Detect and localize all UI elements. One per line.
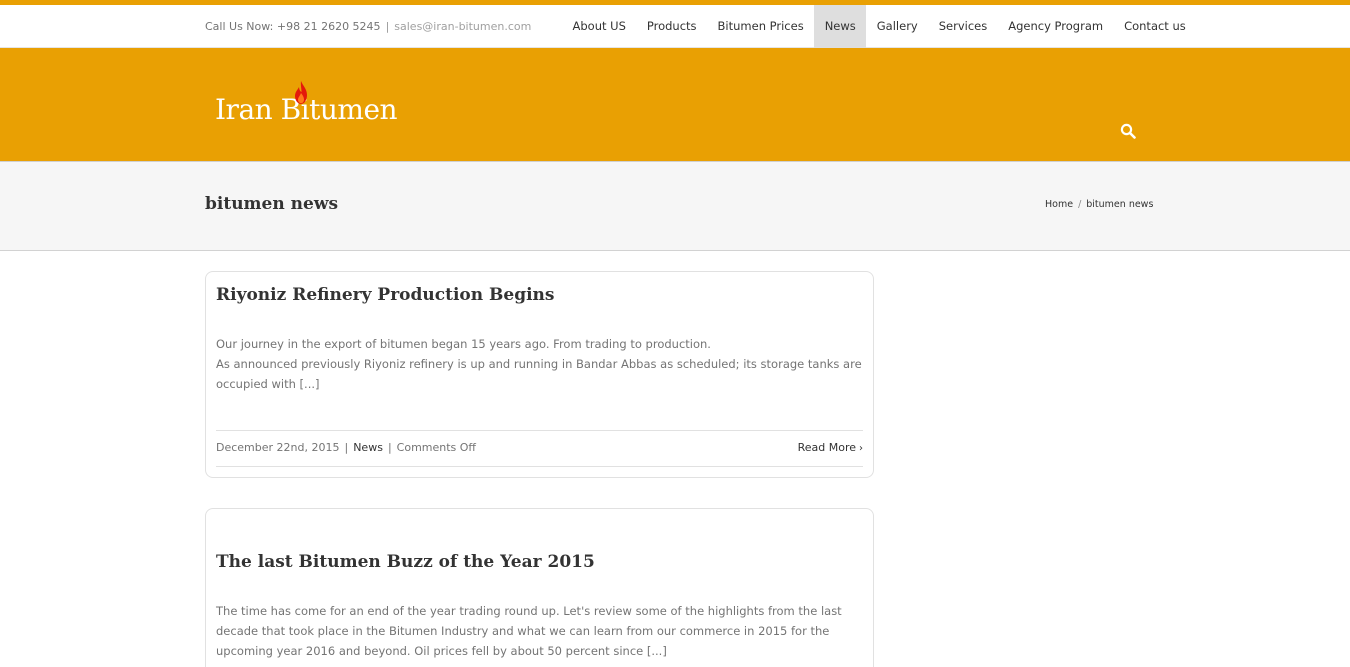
post-title[interactable]: The last Bitumen Buzz of the Year 2015 — [216, 552, 595, 572]
post-category-link[interactable]: News — [353, 441, 383, 454]
nav-item-products[interactable]: Products — [636, 5, 707, 48]
nav-item-gallery[interactable]: Gallery — [866, 5, 928, 48]
post-card: The last Bitumen Buzz of the Year 2015 T… — [205, 508, 874, 667]
meta-separator: | — [344, 441, 349, 454]
breadcrumb-home-link[interactable]: Home — [1045, 199, 1073, 210]
post-excerpt: Our journey in the export of bitumen beg… — [216, 334, 866, 394]
nav-item-contact-us[interactable]: Contact us — [1114, 5, 1197, 48]
contact-info: Call Us Now: +98 21 2620 5245 | sales@iran… — [205, 5, 531, 48]
page-title-bar: bitumen news Home / bitumen news — [0, 162, 1350, 251]
nav-item-agency-program[interactable]: Agency Program — [998, 5, 1114, 48]
nav-item-services[interactable]: Services — [928, 5, 998, 48]
email-link[interactable]: sales@iran-bitumen.com — [394, 20, 531, 33]
post-excerpt-line: As announced previously Riyoniz refinery… — [216, 357, 862, 391]
post-comments: Comments Off — [396, 441, 477, 454]
page-title: bitumen news — [205, 194, 339, 214]
nav-item-about-us[interactable]: About US — [562, 5, 636, 48]
top-bar: Call Us Now: +98 21 2620 5245 | sales@iran… — [0, 5, 1350, 48]
contact-separator: | — [385, 20, 390, 33]
nav-item-bitumen-prices[interactable]: Bitumen Prices — [707, 5, 814, 48]
chevron-right-icon: › — [859, 443, 863, 454]
read-more-link[interactable]: Read More › — [798, 431, 863, 466]
main-nav: About US Products Bitumen Prices News Ga… — [562, 5, 1196, 48]
post-title[interactable]: Riyoniz Refinery Production Begins — [216, 285, 555, 305]
meta-separator: | — [387, 441, 392, 454]
read-more-label: Read More — [797, 441, 856, 454]
breadcrumb-separator: / — [1078, 199, 1082, 210]
search-icon[interactable] — [1120, 123, 1136, 139]
phone-text: Call Us Now: +98 21 2620 5245 — [205, 20, 381, 33]
post-meta: December 22nd, 2015 | News | Comments Off Re… — [216, 430, 863, 467]
post-excerpt: The time has come for an end of the year… — [216, 604, 842, 658]
breadcrumb-current: bitumen news — [1086, 199, 1154, 210]
post-excerpt-line: Our journey in the export of bitumen beg… — [216, 337, 711, 351]
flame-icon — [295, 81, 307, 104]
post-date: December 22nd, 2015 — [216, 441, 340, 454]
site-header: Iran Bitumen — [0, 48, 1350, 162]
post-card: Riyoniz Refinery Production Begins Our j… — [205, 271, 874, 478]
nav-item-news[interactable]: News — [814, 5, 867, 48]
breadcrumb: Home / bitumen news — [1045, 199, 1153, 210]
